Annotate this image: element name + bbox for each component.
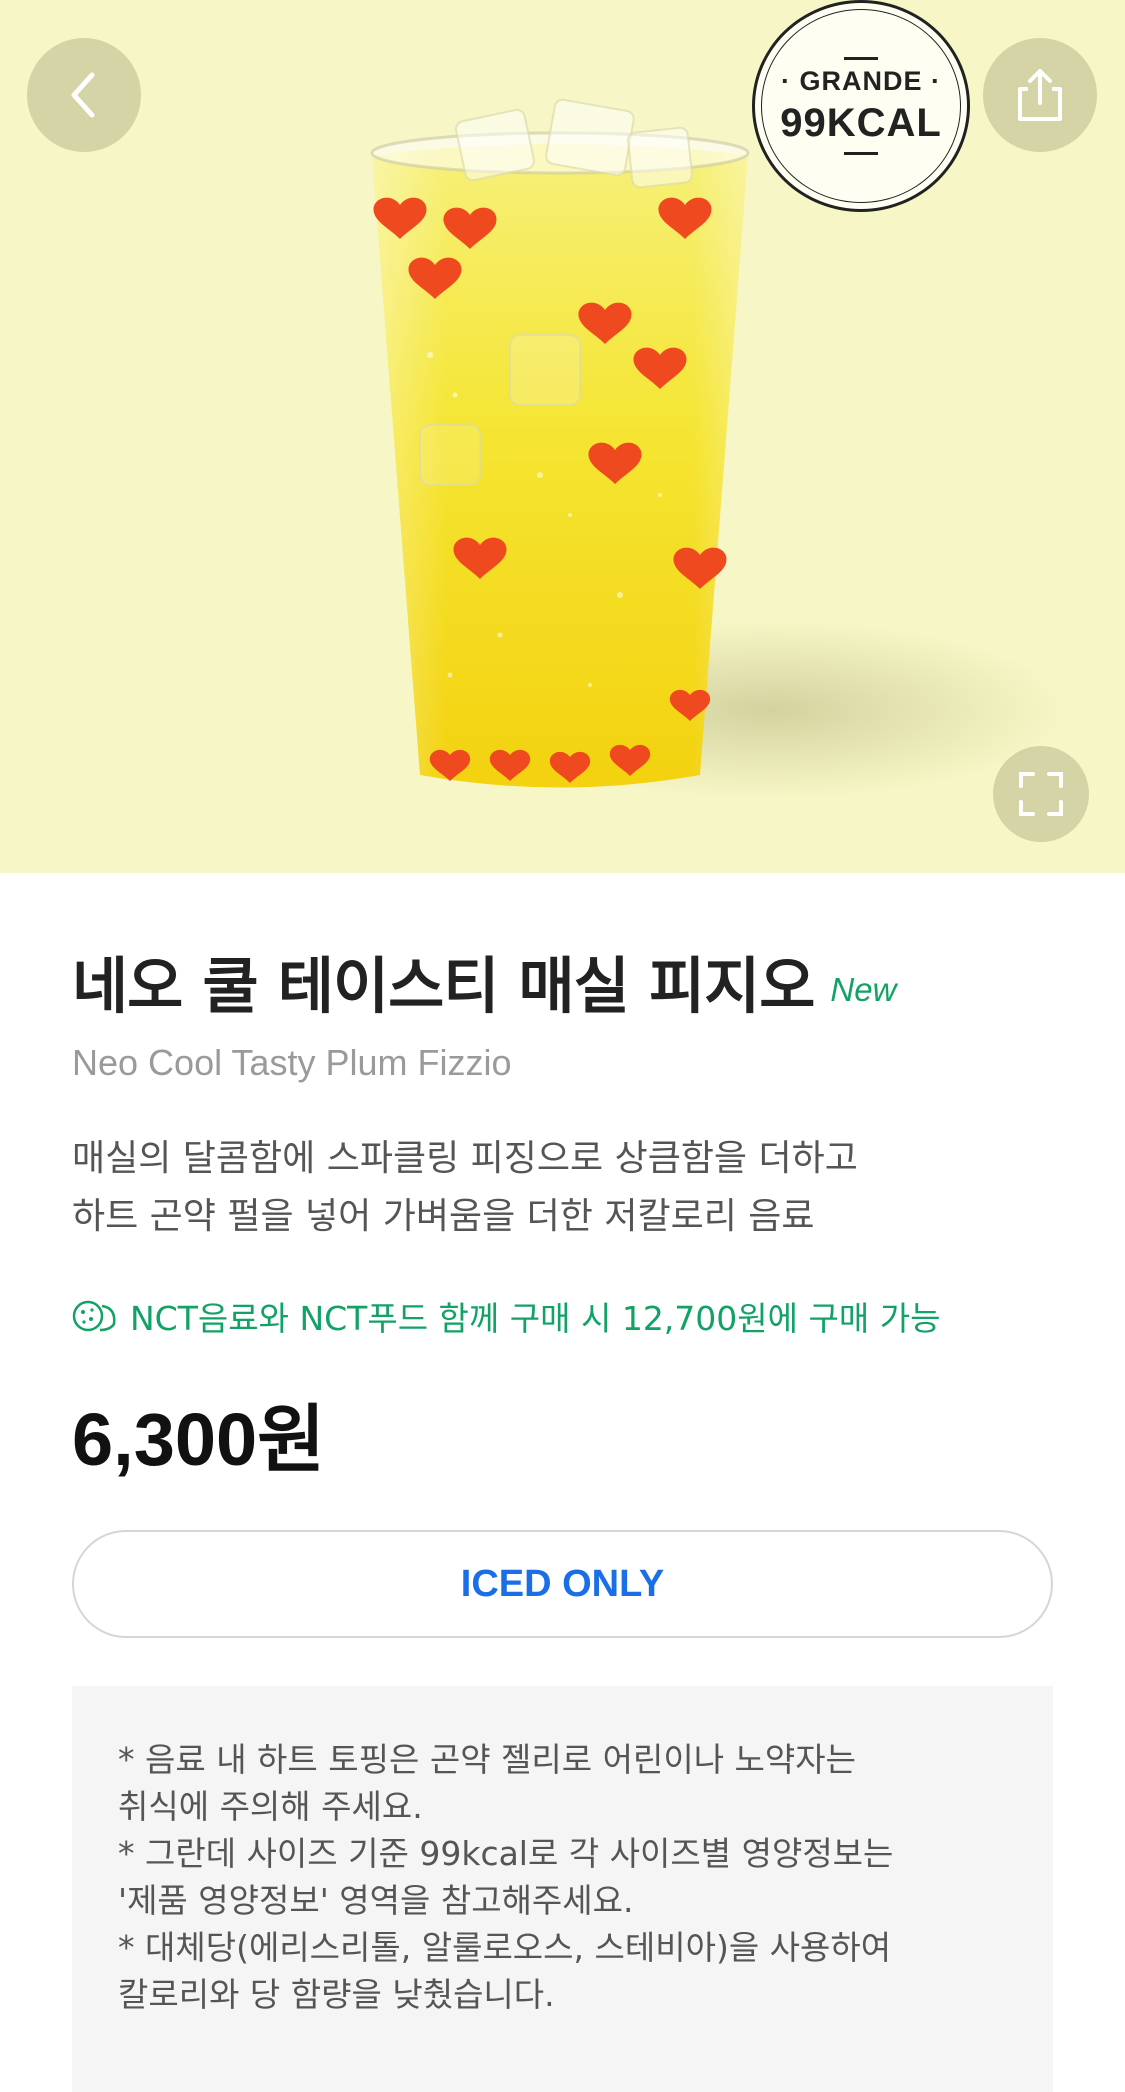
product-description: 매실의 달콤함에 스파클링 피징으로 상큼함을 더하고 하트 곤약 펄을 넣어 … [72, 1130, 1072, 1246]
product-hero-image: · GRANDE · 99KCAL [0, 0, 1125, 873]
product-price: 6,300원 [72, 1398, 326, 1481]
badge-divider-bottom [844, 152, 878, 155]
calorie-badge: · GRANDE · 99KCAL [752, 0, 970, 212]
iced-only-option[interactable]: ICED ONLY [72, 1530, 1053, 1638]
drink-image [370, 98, 750, 788]
chevron-left-icon [71, 72, 95, 118]
share-button[interactable] [983, 38, 1097, 152]
product-name: 네오 쿨 테이스티 매실 피지오 [72, 951, 815, 1022]
promo-text: NCT음료와 NCT푸드 함께 구매 시 12,700원에 구매 가능 [130, 1299, 941, 1338]
share-icon [1018, 69, 1062, 121]
notice-line: * 그란데 사이즈 기준 99kcal로 각 사이즈별 영양정보는 [118, 1834, 894, 1873]
product-english-name: Neo Cool Tasty Plum Fizzio [72, 1042, 512, 1083]
notice-line: 취식에 주의해 주세요. [118, 1787, 423, 1826]
notice-line: 칼로리와 당 함량을 낮췄습니다. [118, 1975, 555, 2014]
badge-divider-top [844, 57, 878, 60]
description-line: 매실의 달콤함에 스파클링 피징으로 상큼함을 더하고 [72, 1138, 858, 1179]
fullscreen-button[interactable] [993, 746, 1089, 842]
back-button[interactable] [27, 38, 141, 152]
badge-size-label: · GRANDE · [781, 66, 941, 96]
product-title-row: 네오 쿨 테이스티 매실 피지오 New [72, 936, 896, 1025]
fullscreen-icon [1019, 772, 1063, 816]
badge-calorie-value: 99KCAL [780, 101, 942, 145]
iced-only-label: ICED ONLY [460, 1562, 665, 1605]
notice-line: * 대체당(에리스리톨, 알룰로오스, 스테비아)을 사용하여 [118, 1928, 892, 1967]
description-line: 하트 곤약 펄을 넣어 가벼움을 더한 저칼로리 음료 [72, 1196, 815, 1237]
promo-banner[interactable]: NCT음료와 NCT푸드 함께 구매 시 12,700원에 구매 가능 [70, 1292, 940, 1340]
notice-line: '제품 영양정보' 영역을 참고해주세요. [118, 1881, 634, 1920]
cookie-icon [72, 1300, 116, 1332]
new-badge: New [830, 971, 897, 1008]
notice-line: * 음료 내 하트 토핑은 곤약 젤리로 어린이나 노약자는 [118, 1740, 856, 1779]
notice-box: * 음료 내 하트 토핑은 곤약 젤리로 어린이나 노약자는 취식에 주의해 주… [72, 1686, 1053, 2092]
